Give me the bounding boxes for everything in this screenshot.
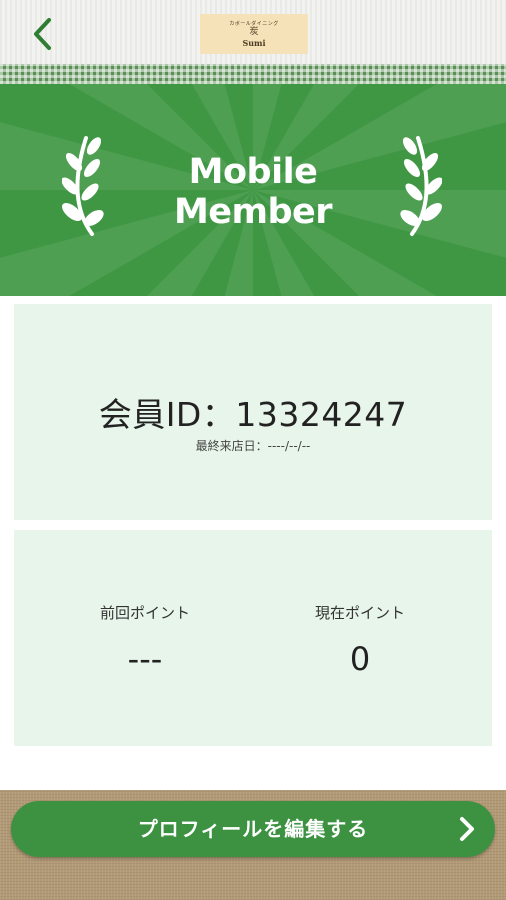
back-button[interactable]	[22, 12, 62, 56]
chevron-left-icon	[34, 18, 51, 50]
current-points-value: 0	[349, 640, 371, 678]
banner-title-line1: Mobile	[188, 152, 318, 192]
banner-title: Mobile Member	[0, 152, 506, 232]
banner-title-line2: Member	[173, 192, 333, 232]
previous-points-label: 前回ポイント	[99, 604, 190, 622]
restaurant-logo: カボールダイニング 炭 Sumi	[200, 14, 308, 54]
checkered-border	[0, 64, 506, 84]
current-points-label: 現在ポイント	[314, 604, 405, 622]
member-id: 会員ID：13324247	[98, 395, 408, 434]
top-bar: カボールダイニング 炭 Sumi	[0, 0, 506, 68]
edit-profile-button[interactable]: プロフィールを編集する	[11, 801, 495, 857]
chevron-right-icon	[460, 817, 474, 841]
edit-profile-label: プロフィールを編集する	[137, 817, 369, 841]
last-visit-date: 最終来店日：----/--/--	[195, 439, 311, 453]
previous-points-value: ---	[127, 640, 163, 678]
points-panel	[14, 530, 492, 746]
